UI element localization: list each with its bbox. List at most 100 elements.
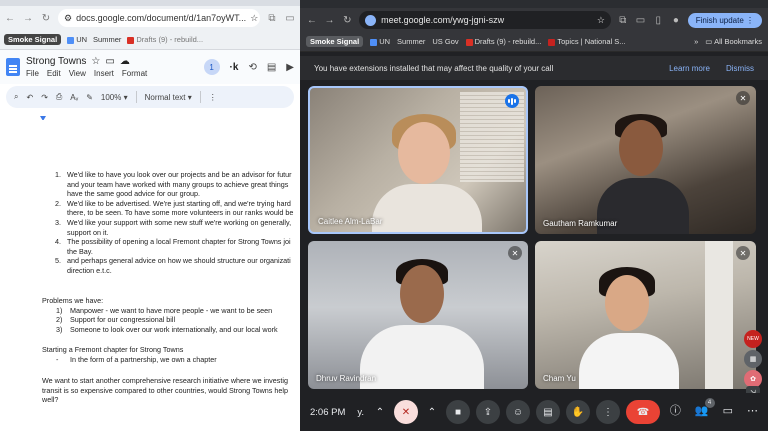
bookmark-smoke-signal[interactable]: Smoke Signal [306, 36, 364, 47]
undo-icon[interactable]: ↶ [26, 93, 33, 102]
sidepanel-icon[interactable]: ▯ [652, 15, 664, 26]
chapter-heading: Starting a Fremont chapter for Strong To… [42, 345, 184, 354]
gmail-icon [127, 36, 135, 44]
raise-hand-button[interactable]: ✋ [566, 400, 590, 424]
sidepanel-icon[interactable]: ▭ [284, 13, 296, 24]
meet-icon[interactable]: ▶ [286, 62, 294, 73]
bookmark-drafts[interactable]: Drafts (9) - rebuild... [465, 37, 541, 46]
muted-mic-icon: ✕ [736, 91, 750, 105]
collaborator-avatar[interactable]: 1 [203, 59, 220, 75]
un-icon [370, 38, 378, 46]
extensions-icon[interactable]: ⧉ [617, 15, 629, 26]
captions-button[interactable]: ▤ [536, 400, 560, 424]
site-info-icon[interactable]: ⚙ [64, 13, 72, 24]
bookmark-summer[interactable]: Summer [93, 35, 121, 44]
menu-file[interactable]: File [26, 69, 39, 78]
bookmark-un[interactable]: UN [370, 37, 390, 46]
forward-icon[interactable]: → [324, 15, 336, 26]
banner-text: You have extensions installed that may a… [314, 63, 554, 73]
docs-header-actions: 1 ·k ⟲ ▤ ▶ [203, 59, 294, 75]
reload-icon[interactable]: ↻ [341, 15, 353, 26]
more-options-button[interactable]: ⋮ [596, 400, 620, 424]
meet-side-actions: ⓘ 👥 4 ▭ ⋯ [670, 397, 758, 418]
participant-video-head [398, 122, 450, 184]
activities-icon[interactable]: ⋯ [747, 404, 758, 417]
mic-toggle-button[interactable]: ✕ [394, 400, 418, 424]
participant-name: Dhruv Ravindran [316, 374, 377, 383]
participant-name: Caitlee Alm-LaBar [318, 217, 383, 226]
paint-format-icon[interactable]: ✎ [86, 93, 93, 102]
star-icon[interactable]: ☆ [91, 56, 100, 67]
menu-format[interactable]: Format [122, 69, 147, 78]
menu-edit[interactable]: Edit [47, 69, 61, 78]
screen: ← → ↻ ⚙ docs.google.com/document/d/1an7o… [0, 0, 768, 431]
doc-title[interactable]: Strong Towns [26, 56, 86, 67]
bookmark-star-icon[interactable]: ☆ [597, 15, 605, 26]
list-item: 2. We'd like to be advertised. We're just… [55, 198, 294, 218]
comments-icon[interactable]: ▤ [267, 62, 276, 73]
finish-update-button[interactable]: Finish update ⋮ [687, 12, 763, 28]
bookmark-smoke-signal[interactable]: Smoke Signal [4, 34, 62, 45]
profile-avatar[interactable]: ● [670, 15, 682, 26]
more-bookmarks-icon[interactable]: » [694, 37, 698, 46]
bookmark-drafts[interactable]: Drafts (9) - rebuild... [127, 35, 203, 44]
spellcheck-icon[interactable]: Aᵥ [70, 93, 78, 102]
doc-page[interactable]: 1. We'd like to have you look over our pr… [0, 120, 300, 431]
mic-options-icon[interactable]: ⌃ [372, 400, 388, 424]
bookmark-summer[interactable]: Summer [397, 37, 425, 46]
back-icon[interactable]: ← [4, 13, 16, 24]
dismiss-button[interactable]: Dismiss [726, 64, 754, 73]
meeting-info-icon[interactable]: ⓘ [670, 402, 681, 418]
participant-tile[interactable]: Caitlee Alm-LaBar [308, 86, 528, 234]
camera-toggle-button[interactable]: ■ [446, 400, 470, 424]
bookmark-us-gov[interactable]: US Gov [432, 37, 458, 46]
banner-actions: Learn more Dismiss [669, 64, 754, 73]
camera-options-icon[interactable]: ⌃ [424, 400, 440, 424]
print-icon[interactable]: ⎙ [56, 92, 62, 102]
menu-view[interactable]: View [69, 69, 86, 78]
list-item: 2) Support for our congressional bill [56, 315, 176, 325]
research-paragraph: We want to start another comprehensive r… [42, 376, 288, 405]
all-bookmarks-folder[interactable]: ▭ All Bookmarks [705, 37, 762, 46]
docs-url-field[interactable]: ⚙ docs.google.com/document/d/1an7oyWT...… [58, 9, 260, 27]
participant-video-head [605, 275, 649, 331]
new-feature-badge[interactable]: NEW [744, 330, 762, 348]
k-extension-icon[interactable]: ·k [230, 62, 239, 73]
topics-icon [548, 38, 556, 46]
call-controls: ⌃ ✕ ⌃ ■ ⇪ ☺ ▤ ✋ ⋮ ☎ [372, 400, 660, 424]
participant-tile[interactable]: ✕ Cham Yu [535, 241, 756, 389]
present-button[interactable]: ⇪ [476, 400, 500, 424]
search-menus-icon[interactable]: ⌕ [14, 92, 18, 102]
site-info-icon[interactable] [365, 14, 377, 26]
history-icon[interactable]: ⟲ [248, 62, 256, 73]
docs-logo-icon[interactable] [6, 58, 20, 76]
bookmark-topics[interactable]: Topics | National S... [548, 37, 626, 46]
meet-window: ← → ↻ meet.google.com/ywg-jgni-szw ☆ ⧉ ▭… [300, 0, 768, 431]
toolbar-divider [199, 91, 201, 103]
bookmark-star-icon[interactable]: ☆ [250, 13, 258, 24]
more-options-icon[interactable]: ⋮ [209, 93, 217, 102]
redo-icon[interactable]: ↷ [41, 93, 48, 102]
back-icon[interactable]: ← [306, 15, 318, 26]
doc-title-area: Strong Towns ☆ ▭ ☁ File Edit View Insert… [26, 56, 147, 78]
cloud-status-icon[interactable]: ☁ [120, 56, 130, 67]
participant-tile[interactable]: ✕ Dhruv Ravindran [308, 241, 528, 389]
zoom-select[interactable]: 100% ▾ [101, 93, 128, 102]
meet-address-bar: ← → ↻ meet.google.com/ywg-jgni-szw ☆ ⧉ ▭… [300, 8, 768, 32]
menu-insert[interactable]: Insert [94, 69, 114, 78]
forward-icon[interactable]: → [22, 13, 34, 24]
meet-url-field[interactable]: meet.google.com/ywg-jgni-szw ☆ [359, 11, 611, 29]
qr-icon[interactable]: ▦ [744, 350, 762, 368]
extensions-icon[interactable]: ⧉ [266, 13, 278, 24]
cast-icon[interactable]: ▭ [635, 15, 647, 26]
people-icon[interactable]: 👥 4 [695, 397, 715, 417]
style-select[interactable]: Normal text ▾ [145, 93, 192, 102]
learn-more-link[interactable]: Learn more [669, 64, 710, 73]
move-folder-icon[interactable]: ▭ [105, 56, 114, 67]
reload-icon[interactable]: ↻ [40, 13, 52, 24]
bookmark-un[interactable]: UN [67, 35, 87, 44]
chat-icon[interactable]: ▭ [723, 404, 733, 417]
emoji-button[interactable]: ☺ [506, 400, 530, 424]
participant-tile[interactable]: ✕ Gautham Ramkumar [535, 86, 756, 234]
leave-call-button[interactable]: ☎ [626, 400, 660, 424]
